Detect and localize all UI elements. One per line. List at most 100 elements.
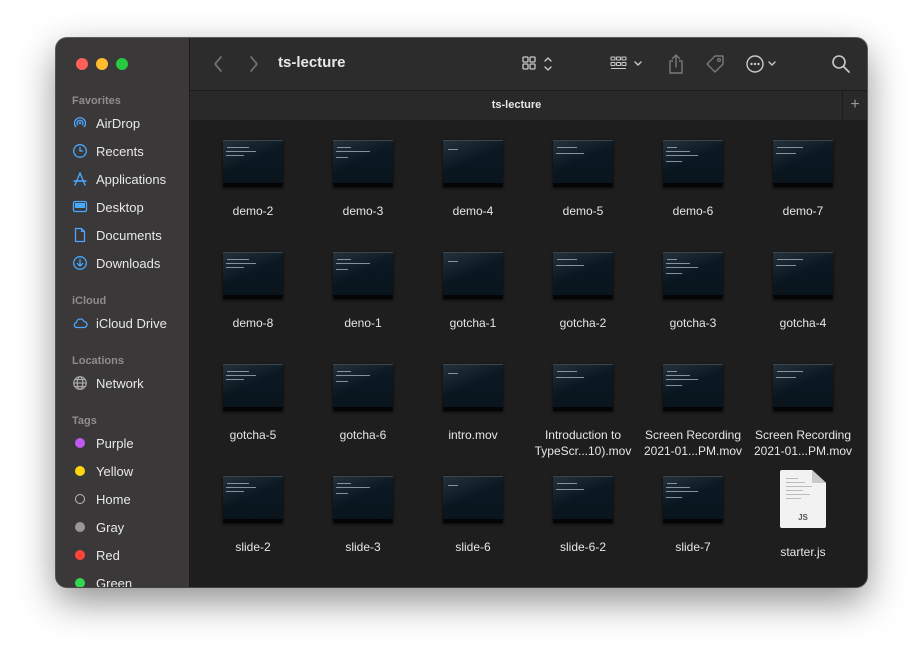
airdrop-icon xyxy=(72,115,88,131)
sidebar-item-applications[interactable]: Applications xyxy=(72,168,166,190)
tag-dot-icon xyxy=(72,435,88,451)
view-mode-button[interactable] xyxy=(520,54,560,74)
sidebar-item-label: Recents xyxy=(96,143,144,159)
file-name: gotcha-6 xyxy=(339,428,387,442)
file-name: demo-5 xyxy=(562,204,604,218)
group-by-button[interactable] xyxy=(608,54,648,74)
file-item[interactable]: gotcha-6 xyxy=(309,364,417,443)
clock-icon xyxy=(72,143,88,159)
video-thumbnail xyxy=(223,364,283,411)
sidebar-tag-purple[interactable]: Purple xyxy=(72,432,134,454)
sidebar-item-label: Purple xyxy=(96,435,134,451)
tag-dot-icon xyxy=(72,491,88,507)
search-icon xyxy=(832,55,850,73)
tag-dot-icon xyxy=(72,463,88,479)
file-item[interactable]: Screen Recording 2021-01...PM.mov xyxy=(639,364,747,459)
file-name: demo-8 xyxy=(232,316,274,330)
applications-icon xyxy=(72,171,88,187)
sidebar-tag-green[interactable]: Green xyxy=(72,572,132,587)
minimize-window-button[interactable] xyxy=(96,58,108,70)
chevron-right-icon xyxy=(250,56,258,72)
sidebar-item-downloads[interactable]: Downloads xyxy=(72,252,160,274)
sidebar-item-label: iCloud Drive xyxy=(96,315,167,331)
grid-view-icon xyxy=(522,56,552,71)
file-name: slide-6-2 xyxy=(559,540,607,554)
file-item[interactable]: demo-2 xyxy=(199,140,307,219)
tags-button[interactable] xyxy=(704,53,726,75)
video-thumbnail xyxy=(333,476,393,523)
file-item[interactable]: gotcha-4 xyxy=(749,252,857,331)
file-item[interactable]: demo-4 xyxy=(419,140,527,219)
video-thumbnail xyxy=(553,252,613,299)
file-item[interactable]: slide-6 xyxy=(419,476,527,555)
more-actions-button[interactable] xyxy=(744,53,784,75)
document-icon xyxy=(72,227,88,243)
sidebar-tag-red[interactable]: Red xyxy=(72,544,120,566)
new-tab-button[interactable]: + xyxy=(842,91,867,120)
file-item[interactable]: gotcha-3 xyxy=(639,252,747,331)
file-item[interactable]: deno-1 xyxy=(309,252,417,331)
download-icon xyxy=(72,255,88,271)
file-item[interactable]: Screen Recording 2021-01...PM.mov xyxy=(749,364,857,459)
window-title: ts-lecture xyxy=(278,54,346,71)
sidebar-item-label: Downloads xyxy=(96,255,161,271)
file-item[interactable]: demo-7 xyxy=(749,140,857,219)
sidebar-item-label: Desktop xyxy=(96,199,144,215)
sidebar-item-label: Yellow xyxy=(96,463,134,479)
video-thumbnail xyxy=(333,364,393,411)
file-item[interactable]: JS starter.js xyxy=(749,470,857,560)
file-item[interactable]: demo-8 xyxy=(199,252,307,331)
file-item[interactable]: demo-6 xyxy=(639,140,747,219)
close-window-button[interactable] xyxy=(76,58,88,70)
zoom-window-button[interactable] xyxy=(116,58,128,70)
sidebar-item-airdrop[interactable]: AirDrop xyxy=(72,112,140,134)
tag-dot-icon xyxy=(72,575,88,587)
file-item[interactable]: demo-5 xyxy=(529,140,637,219)
file-name: slide-2 xyxy=(235,540,271,554)
file-item[interactable]: gotcha-2 xyxy=(529,252,637,331)
tag-icon xyxy=(706,55,724,73)
tab-ts-lecture[interactable]: ts-lecture xyxy=(190,91,843,120)
forward-button[interactable] xyxy=(246,54,262,74)
file-item[interactable]: gotcha-5 xyxy=(199,364,307,443)
file-name: gotcha-5 xyxy=(229,428,277,442)
sidebar: Favorites iCloud Locations Tags AirDrop R… xyxy=(56,38,190,587)
video-thumbnail xyxy=(553,476,613,523)
finder-window: Favorites iCloud Locations Tags AirDrop R… xyxy=(56,38,867,587)
file-item[interactable]: Introduction to TypeScr...10).mov xyxy=(529,364,637,459)
video-thumbnail xyxy=(773,252,833,299)
video-thumbnail xyxy=(223,252,283,299)
sidebar-item-documents[interactable]: Documents xyxy=(72,224,162,246)
sidebar-tag-home[interactable]: Home xyxy=(72,488,131,510)
sidebar-section-icloud: iCloud xyxy=(72,295,107,307)
file-item[interactable]: intro.mov xyxy=(419,364,527,443)
ellipsis-circle-icon xyxy=(746,55,776,73)
file-item[interactable]: gotcha-1 xyxy=(419,252,527,331)
file-item[interactable]: demo-3 xyxy=(309,140,417,219)
search-button[interactable] xyxy=(830,53,852,75)
file-item[interactable]: slide-7 xyxy=(639,476,747,555)
tag-dot-icon xyxy=(72,547,88,563)
file-item[interactable]: slide-6-2 xyxy=(529,476,637,555)
sidebar-item-label: Network xyxy=(96,375,144,391)
sidebar-tag-gray[interactable]: Gray xyxy=(72,516,124,538)
sidebar-section-favorites: Favorites xyxy=(72,95,121,107)
share-button[interactable] xyxy=(666,52,686,76)
sidebar-item-recents[interactable]: Recents xyxy=(72,140,144,162)
file-item[interactable]: slide-3 xyxy=(309,476,417,555)
file-name: Screen Recording 2021-01...PM.mov xyxy=(643,428,743,458)
sidebar-item-label: Red xyxy=(96,547,120,563)
sidebar-item-label: Documents xyxy=(96,227,162,243)
sidebar-item-icloud-drive[interactable]: iCloud Drive xyxy=(72,312,167,334)
sidebar-item-desktop[interactable]: Desktop xyxy=(72,196,144,218)
file-name: slide-3 xyxy=(345,540,381,554)
sidebar-item-label: Applications xyxy=(96,171,167,187)
sidebar-tag-yellow[interactable]: Yellow xyxy=(72,460,133,482)
back-button[interactable] xyxy=(210,54,226,74)
file-name: Screen Recording 2021-01...PM.mov xyxy=(753,428,853,458)
video-thumbnail xyxy=(223,476,283,523)
file-type-badge: JS xyxy=(798,513,808,522)
file-item[interactable]: slide-2 xyxy=(199,476,307,555)
sidebar-item-network[interactable]: Network xyxy=(72,372,144,394)
tag-dot-icon xyxy=(72,519,88,535)
